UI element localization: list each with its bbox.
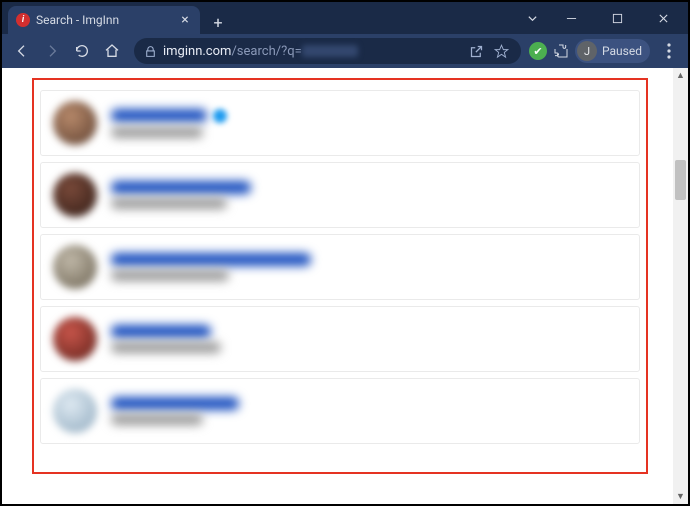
result-avatar [53, 173, 97, 217]
search-result-item[interactable] [40, 162, 640, 228]
profile-button[interactable]: J Paused [575, 39, 650, 63]
maximize-button[interactable] [596, 4, 638, 32]
result-handle-blurred [111, 414, 203, 425]
url-host: imginn.com [163, 44, 231, 59]
result-text [111, 181, 251, 209]
result-avatar [53, 389, 97, 433]
scroll-up-icon[interactable]: ▲ [673, 68, 688, 83]
result-name-blurred [111, 397, 239, 410]
extensions-icon[interactable] [553, 43, 569, 59]
scroll-down-icon[interactable]: ▼ [673, 489, 688, 504]
result-handle-blurred [111, 198, 227, 209]
search-result-item[interactable] [40, 378, 640, 444]
profile-label: Paused [602, 44, 642, 58]
result-text [111, 325, 221, 353]
window-controls [518, 4, 688, 32]
result-avatar [53, 317, 97, 361]
tab-title: Search - ImgInn [36, 13, 172, 27]
page-content: ▲ ▼ [2, 68, 688, 504]
search-result-item[interactable] [40, 90, 640, 156]
tab-strip: i Search - ImgInn × + [2, 2, 230, 34]
scrollbar[interactable]: ▲ ▼ [673, 68, 688, 504]
chevron-down-icon[interactable] [518, 4, 546, 32]
star-icon[interactable] [494, 44, 509, 59]
search-results [34, 80, 646, 454]
extension-shield-icon[interactable]: ✔ [529, 42, 547, 60]
browser-tab[interactable]: i Search - ImgInn × [8, 6, 200, 34]
favicon-icon: i [16, 13, 30, 27]
scrollbar-thumb[interactable] [675, 160, 686, 200]
home-button[interactable] [98, 37, 126, 65]
reload-button[interactable] [68, 37, 96, 65]
chrome-menu-button[interactable] [656, 37, 682, 65]
result-handle-blurred [111, 270, 229, 281]
search-result-item[interactable] [40, 234, 640, 300]
toolbar-right: ✔ J Paused [529, 37, 682, 65]
close-window-button[interactable] [642, 4, 684, 32]
address-bar[interactable]: imginn.com/search/?q= [134, 38, 521, 64]
forward-button[interactable] [38, 37, 66, 65]
result-handle-blurred [111, 342, 221, 353]
result-name-blurred [111, 109, 207, 122]
search-result-item[interactable] [40, 306, 640, 372]
result-text [111, 253, 311, 281]
back-button[interactable] [8, 37, 36, 65]
result-handle-blurred [111, 127, 203, 138]
close-tab-icon[interactable]: × [178, 13, 192, 27]
verified-badge-icon [213, 109, 227, 123]
window-titlebar: i Search - ImgInn × + [2, 2, 688, 34]
address-bar-actions [469, 44, 511, 59]
url-text: imginn.com/search/?q= [163, 44, 358, 59]
url-path: /search/?q= [231, 44, 301, 59]
result-avatar [53, 101, 97, 145]
result-name-blurred [111, 325, 211, 338]
share-icon[interactable] [469, 44, 484, 59]
result-text [111, 397, 239, 425]
result-text [111, 109, 227, 138]
result-avatar [53, 245, 97, 289]
minimize-button[interactable] [550, 4, 592, 32]
new-tab-button[interactable]: + [206, 10, 230, 34]
result-name-blurred [111, 181, 251, 194]
results-highlight-box [32, 78, 648, 474]
url-query-blurred [302, 45, 358, 57]
lock-icon [144, 45, 157, 58]
result-name-blurred [111, 253, 311, 266]
avatar-icon: J [577, 41, 597, 61]
browser-toolbar: imginn.com/search/?q= ✔ J Paused [2, 34, 688, 68]
